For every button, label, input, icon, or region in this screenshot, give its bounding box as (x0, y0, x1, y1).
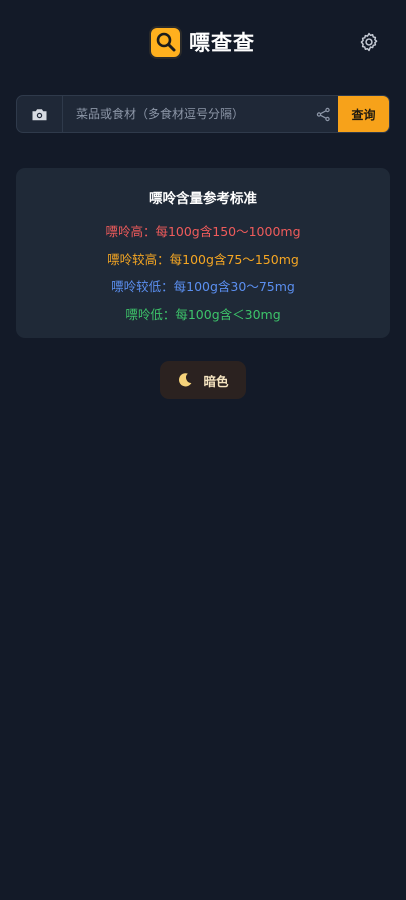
level-moderately-high: 嘌呤较高：每100g含75～150mg (107, 252, 299, 267)
search-input[interactable] (63, 96, 308, 132)
moon-icon (179, 373, 192, 387)
level-low: 嘌呤低：每100g含＜30mg (125, 307, 281, 322)
share-button[interactable] (308, 96, 338, 132)
share-icon (316, 107, 330, 121)
brand: 嘌查查 (149, 23, 255, 61)
query-button[interactable]: 查询 (338, 96, 389, 132)
level-moderately-low: 嘌呤较低：每100g含30～75mg (111, 279, 295, 294)
settings-button[interactable] (358, 31, 380, 53)
app-header: 嘌查查 (0, 22, 406, 62)
theme-label: 暗色 (203, 373, 229, 389)
app-logo (149, 25, 182, 59)
camera-button[interactable] (17, 96, 63, 132)
dark-mode-toggle[interactable]: 暗色 (160, 361, 246, 399)
camera-icon (32, 108, 47, 120)
search-bar: 查询 (16, 95, 390, 133)
app-screen: 嘌查查 查询 (0, 0, 406, 900)
reference-title: 嘌呤含量参考标准 (149, 191, 257, 207)
magnifier-icon (156, 32, 175, 52)
gear-icon (360, 32, 378, 52)
purine-reference-card: 嘌呤含量参考标准 嘌呤高：每100g含150～1000mg 嘌呤较高：每100g… (16, 168, 390, 338)
level-high: 嘌呤高：每100g含150～1000mg (105, 224, 301, 239)
app-title: 嘌查查 (189, 31, 255, 55)
